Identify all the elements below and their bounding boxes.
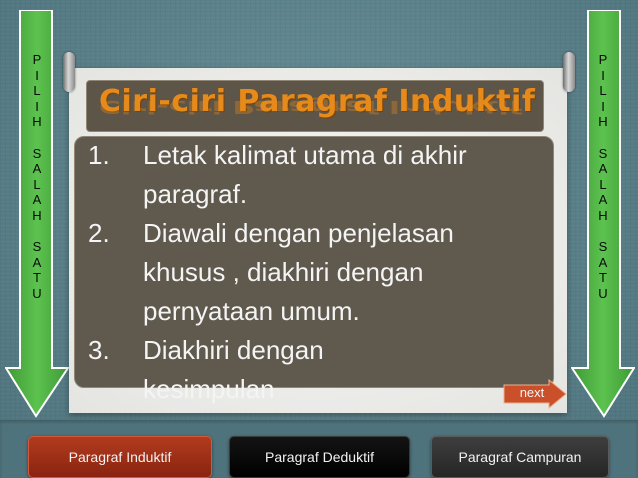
next-button[interactable]: next [503, 379, 567, 409]
arrow-letter: S [32, 239, 42, 255]
right-arrow-letters: PILIHSALAHSATU [571, 52, 635, 302]
pin-icon [563, 52, 575, 92]
arrow-letter: L [599, 83, 607, 99]
list-number: 2. [88, 218, 110, 248]
arrow-letter: S [598, 239, 608, 255]
left-arrow-letters: PILIHSALAHSATU [5, 52, 69, 302]
characteristics-list: 1. Letak kalimat utama di akhir paragraf… [88, 136, 548, 409]
arrow-letter: T [599, 270, 607, 286]
list-text: kesimpulan [143, 374, 275, 404]
arrow-letter: H [32, 207, 42, 223]
arrow-letter: I [601, 98, 605, 114]
list-text: khusus , diakhiri dengan [143, 257, 424, 287]
title-bar: Ciri-ciri Paragraf Induktif Ciri-ciri Pa… [86, 80, 544, 132]
list-number: 3. [88, 335, 110, 365]
list-number: 1. [88, 140, 110, 170]
list-text: pernyataan umum. [143, 296, 360, 326]
arrow-letter: L [33, 83, 41, 99]
paragraf-deduktif-button[interactable]: Paragraf Deduktif [229, 436, 410, 478]
arrow-letter: U [32, 285, 42, 301]
arrow-letter: H [598, 207, 608, 223]
arrow-letter: U [598, 285, 608, 301]
arrow-letter: A [32, 192, 42, 208]
arrow-letter: H [598, 114, 608, 130]
arrow-letter: P [598, 52, 608, 67]
pin-icon [63, 52, 75, 92]
arrow-letter: I [35, 98, 39, 114]
list-text: Diakhiri dengan [143, 335, 324, 365]
left-pilih-arrow: PILIHSALAHSATU [5, 10, 69, 418]
arrow-letter: S [32, 145, 42, 161]
arrow-letter: A [598, 254, 608, 270]
list-text: paragraf. [143, 179, 248, 209]
list-text: Letak kalimat utama di akhir [143, 140, 467, 170]
list-item: 3. Diakhiri dengan kesimpulan [88, 331, 548, 409]
arrow-letter: A [598, 161, 608, 177]
right-pilih-arrow: PILIHSALAHSATU [571, 10, 635, 418]
next-label: next [519, 385, 545, 400]
slide-title-reflection: Ciri-ciri Paragraf Induktif [99, 96, 522, 117]
arrow-letter: S [598, 145, 608, 161]
list-item: 1. Letak kalimat utama di akhir paragraf… [88, 136, 548, 214]
paragraf-induktif-button[interactable]: Paragraf Induktif [28, 436, 212, 478]
arrow-letter: L [599, 176, 607, 192]
arrow-letter: H [32, 114, 42, 130]
paragraf-campuran-button[interactable]: Paragraf Campuran [431, 436, 609, 478]
list-item: 2. Diawali dengan penjelasan khusus , di… [88, 214, 548, 331]
arrow-letter: A [598, 192, 608, 208]
arrow-letter: P [32, 52, 42, 67]
arrow-letter: L [33, 176, 41, 192]
list-text: Diawali dengan penjelasan [143, 218, 454, 248]
arrow-letter: A [32, 254, 42, 270]
arrow-letter: I [601, 67, 605, 83]
arrow-letter: I [35, 67, 39, 83]
arrow-letter: T [33, 270, 41, 286]
arrow-letter: A [32, 161, 42, 177]
